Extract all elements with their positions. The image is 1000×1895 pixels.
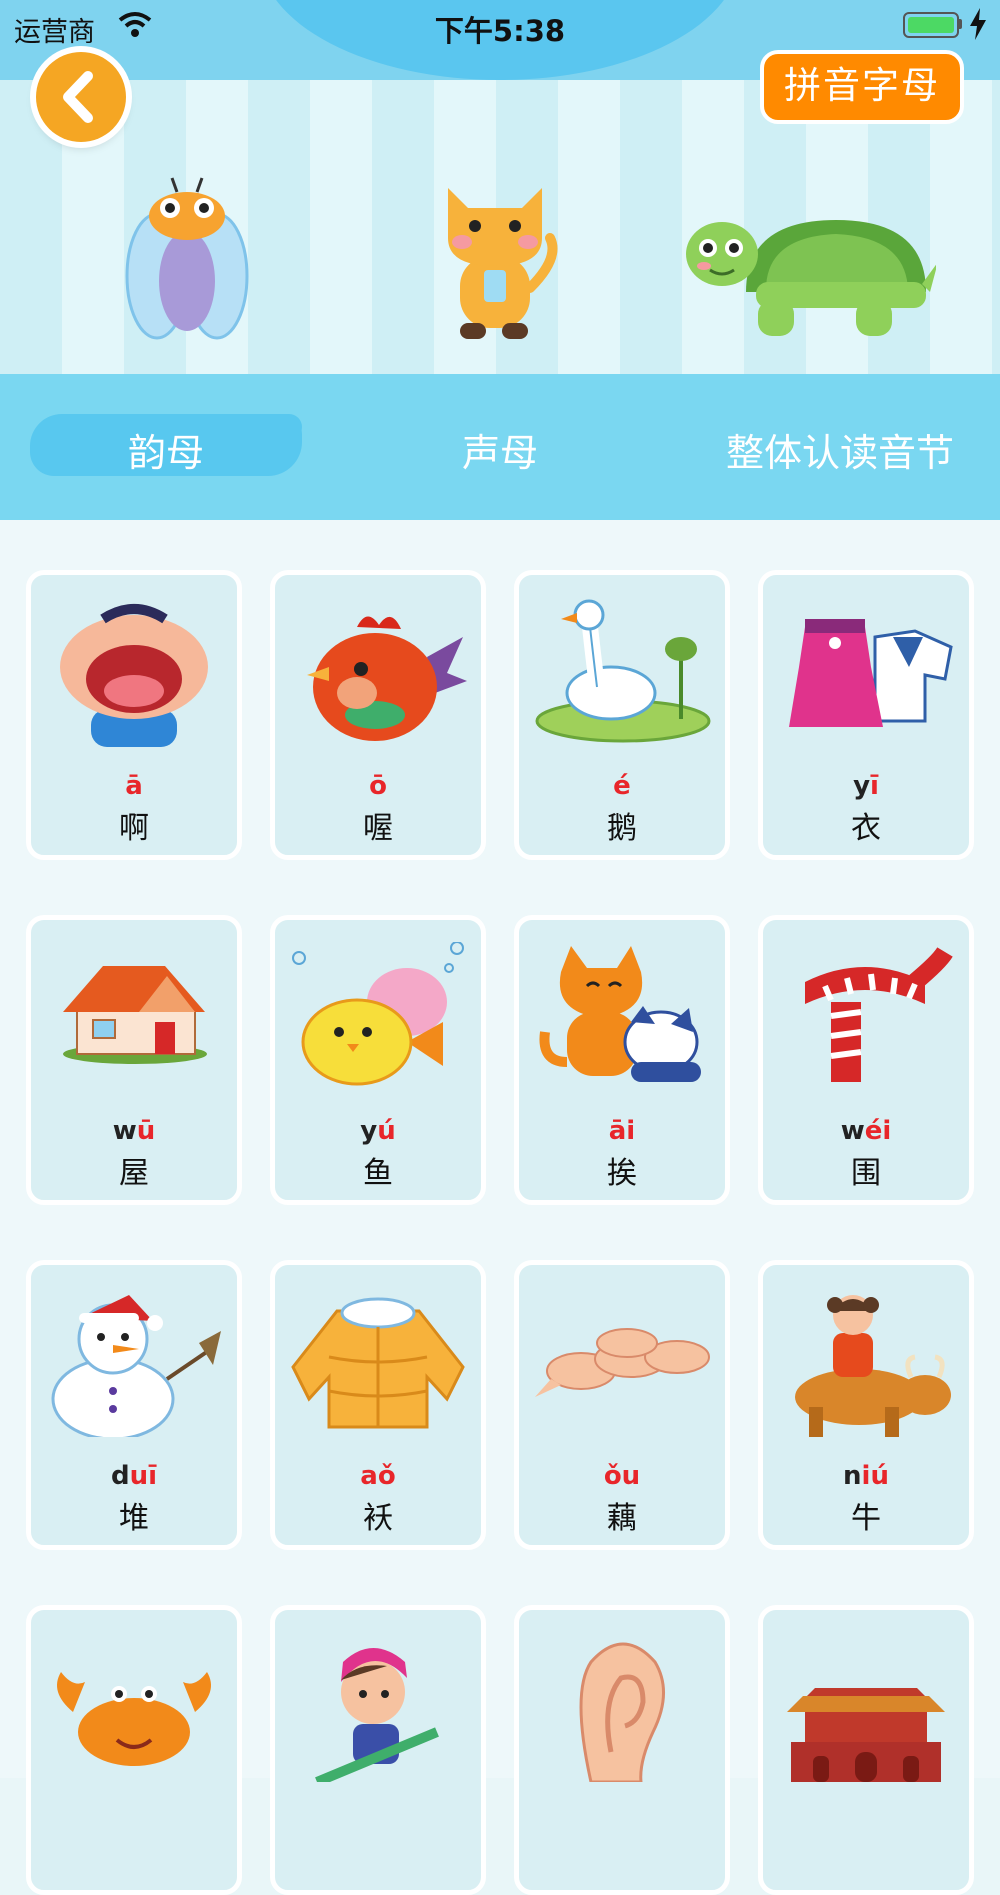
hanzi-label: 袄 (363, 1501, 393, 1536)
battery-nub (958, 19, 962, 29)
chevron-left-icon (63, 71, 93, 123)
pinyin-card-crab[interactable] (26, 1605, 242, 1895)
open-mouth-boy-icon (60, 604, 208, 747)
snowman-icon (51, 1295, 221, 1437)
pinyin-card-ai[interactable]: āi 挨 (514, 915, 730, 1205)
pinyin-card-o[interactable]: ō 喔 (270, 570, 486, 860)
pinyin-card-wu[interactable]: wū 屋 (26, 915, 242, 1205)
pinyin-card-yi[interactable]: yī 衣 (758, 570, 974, 860)
category-tab-bar: 韵母 声母 整体认读音节 (0, 374, 1000, 520)
hanzi-label: 围 (851, 1156, 881, 1191)
hanzi-label: 屋 (119, 1156, 149, 1191)
crab-icon (57, 1672, 211, 1766)
pinyin-card-niu[interactable]: niú 牛 (758, 1260, 974, 1550)
pinyin-card-tiananmen[interactable] (758, 1605, 974, 1895)
pinyin-label: ǒu (603, 1461, 641, 1491)
hanzi-label: 鹅 (607, 811, 637, 846)
skier-boy-icon (315, 1648, 439, 1782)
goose-icon (535, 599, 711, 743)
pinyin-card-wei[interactable]: wéi 围 (758, 915, 974, 1205)
hero-banner: 运营商 下午5:38 拼音字母 (0, 0, 1000, 374)
clothes-icon (789, 619, 953, 727)
charging-bolt-icon (970, 8, 986, 40)
pinyin-card-ear[interactable] (514, 1605, 730, 1895)
cat-icon (448, 188, 558, 339)
hanzi-label: 牛 (851, 1501, 881, 1536)
pinyin-card-dui[interactable]: duī 堆 (26, 1260, 242, 1550)
pinyin-label: duī (110, 1461, 158, 1491)
pinyin-label: ō (369, 771, 387, 801)
pinyin-card-grid: ā 啊 ō 喔 é 鹅 yī 衣 wū 屋 yú 鱼 āi 挨 wéi 围 du… (0, 520, 1000, 1895)
pinyin-card-e[interactable]: é 鹅 (514, 570, 730, 860)
pinyin-label: aǒ (360, 1461, 396, 1491)
pinyin-label: āi (608, 1116, 636, 1146)
cicada-icon (125, 177, 249, 340)
hanzi-label: 藕 (607, 1501, 637, 1536)
scarf-icon (805, 947, 953, 1082)
rooster-icon (307, 616, 467, 741)
battery-icon (903, 12, 959, 38)
pinyin-label: yī (853, 771, 879, 801)
hanzi-label: 堆 (119, 1501, 149, 1536)
fish-icon (292, 942, 464, 1086)
status-time: 下午5:38 (434, 14, 566, 48)
pinyin-label: é (613, 771, 631, 801)
tab-whole-syllables[interactable]: 整体认读音节 (690, 422, 990, 477)
pinyin-label: niú (843, 1461, 889, 1491)
tiananmen-icon (787, 1688, 945, 1782)
hanzi-label: 衣 (851, 811, 881, 846)
ear-icon (579, 1642, 665, 1782)
back-button[interactable] (36, 52, 126, 142)
lotus-root-icon (535, 1328, 710, 1397)
pinyin-card-a[interactable]: ā 啊 (26, 570, 242, 860)
cat-and-dog-icon (539, 946, 701, 1082)
pinyin-label: wū (112, 1116, 156, 1146)
padded-jacket-icon (291, 1297, 465, 1429)
tab-finals[interactable]: 韵母 (30, 422, 302, 477)
pinyin-alphabet-button[interactable]: 拼音字母 (760, 50, 964, 124)
pinyin-card-ou[interactable]: ǒu 藕 (514, 1260, 730, 1550)
hanzi-label: 鱼 (363, 1156, 393, 1191)
pinyin-label: wéi (840, 1116, 892, 1146)
pinyin-card-skier[interactable] (270, 1605, 486, 1895)
tab-initials[interactable]: 声母 (400, 422, 600, 477)
hanzi-label: 挨 (607, 1156, 637, 1191)
hanzi-label: 喔 (363, 811, 393, 846)
pinyin-card-yu[interactable]: yú 鱼 (270, 915, 486, 1205)
pinyin-label: ā (125, 771, 143, 801)
girl-on-ox-icon (795, 1295, 951, 1437)
turtle-icon (686, 220, 936, 336)
hanzi-label: 啊 (119, 811, 149, 846)
pinyin-card-ao[interactable]: aǒ 袄 (270, 1260, 486, 1550)
house-icon (63, 966, 207, 1064)
pinyin-label: yú (360, 1116, 396, 1146)
status-bar: 运营商 下午5:38 (0, 0, 1000, 50)
